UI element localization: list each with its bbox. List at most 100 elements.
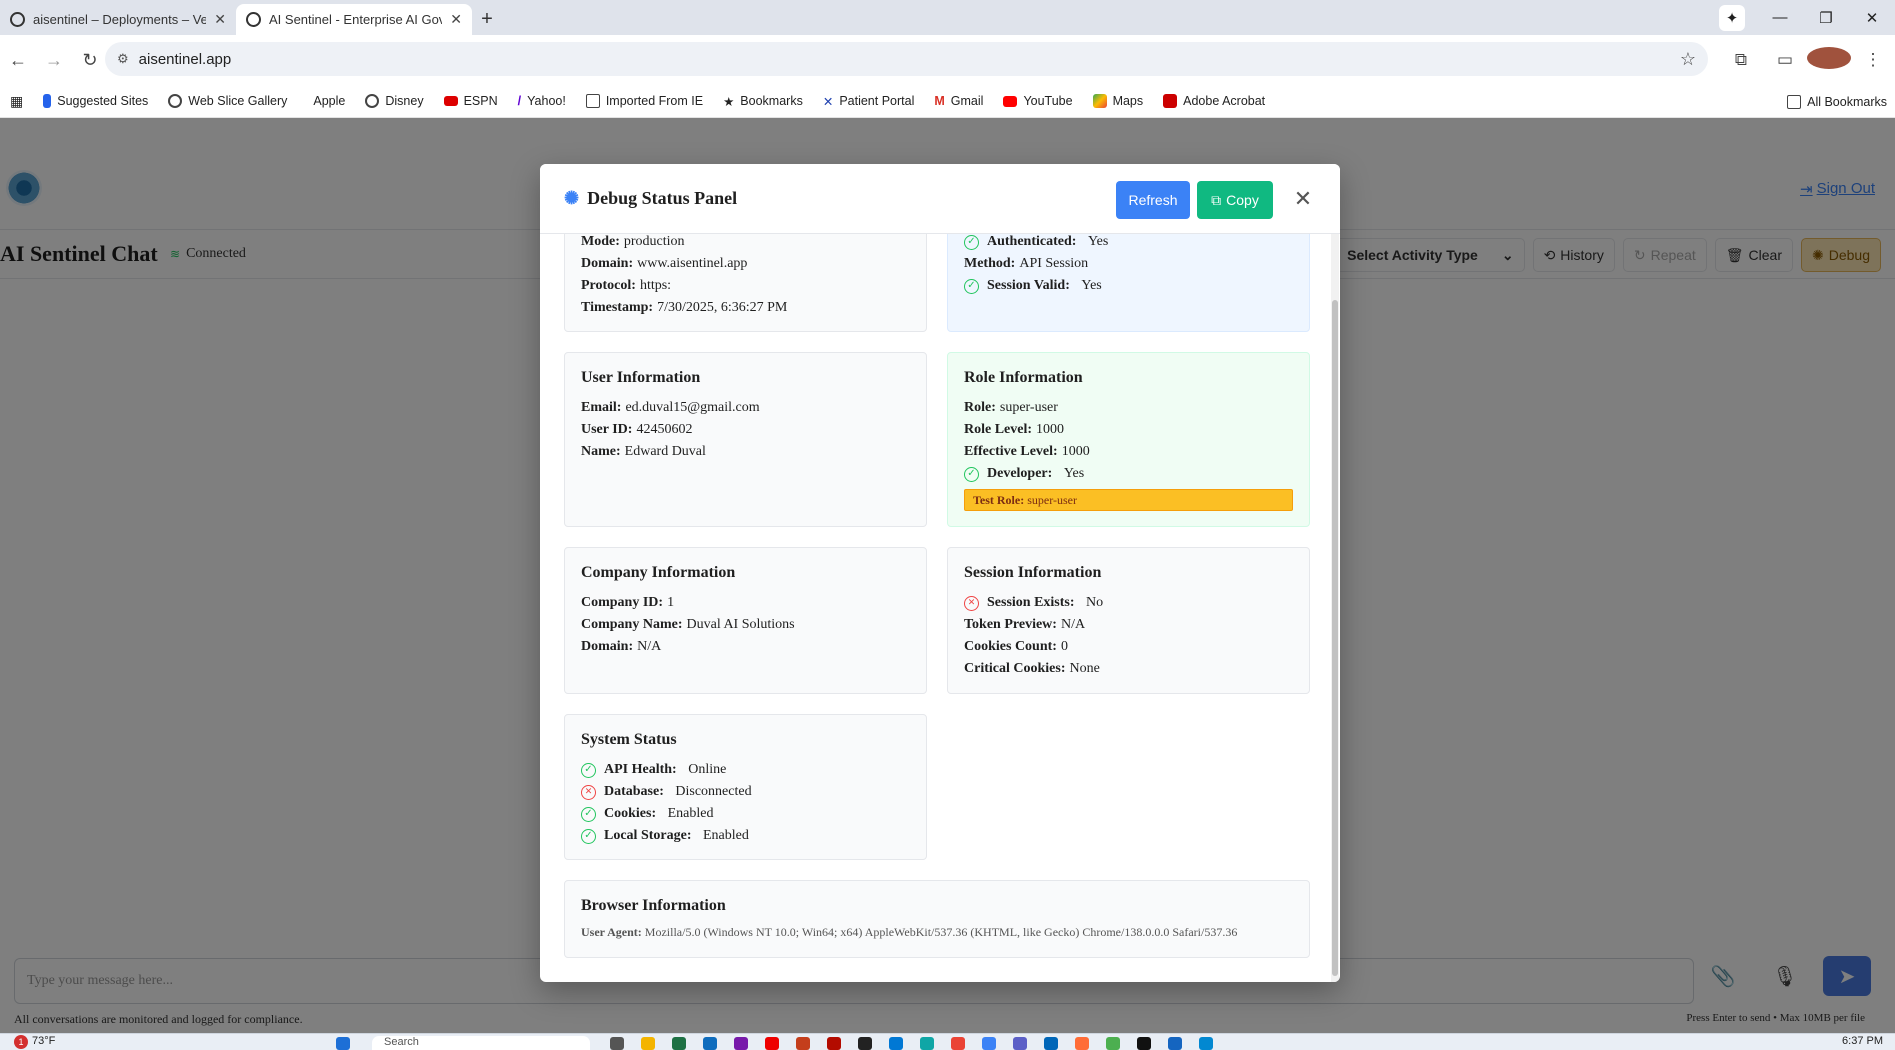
check-circle-icon: ✓: [964, 466, 979, 482]
weather-widget[interactable]: 1 73°F: [14, 1035, 55, 1049]
task-view-icon[interactable]: [610, 1037, 624, 1050]
close-window-icon[interactable]: ✕: [1849, 9, 1895, 27]
photos-icon[interactable]: [1199, 1037, 1213, 1050]
maps-icon: [1092, 94, 1107, 108]
developer-row: ✓ Developer: Yes: [964, 463, 1293, 485]
windows-apps-icon[interactable]: [982, 1037, 996, 1050]
browser-tab-ai-sentinel[interactable]: AI Sentinel - Enterprise AI Governance ✕: [236, 4, 472, 35]
modal-scrollbar-thumb[interactable]: [1332, 300, 1338, 976]
back-icon[interactable]: ←: [0, 50, 36, 71]
refresh-button[interactable]: Refresh: [1116, 181, 1190, 219]
bookmark-web-slice-gallery[interactable]: Web Slice Gallery: [158, 94, 297, 108]
edge-icon[interactable]: [920, 1037, 934, 1050]
bookmark-label: Apple: [313, 94, 346, 108]
method-value: API Session: [1019, 256, 1089, 271]
company-name-row: Company Name: Duval AI Solutions: [581, 614, 910, 636]
site-info-icon[interactable]: ⚙: [117, 51, 129, 67]
apps-icon[interactable]: ▦: [0, 93, 33, 110]
bookmark-label: Maps: [1112, 94, 1144, 108]
cast-icon[interactable]: ▭: [1763, 50, 1807, 70]
bookmark-maps[interactable]: Maps: [1083, 94, 1154, 108]
vscode-icon[interactable]: [1044, 1037, 1058, 1050]
copy-label: Copy: [1226, 192, 1259, 208]
bookmark-label: ESPN: [463, 94, 498, 108]
company-information-heading: Company Information: [581, 564, 736, 581]
acrobat-app-icon[interactable]: [827, 1037, 841, 1050]
bookmark-imported-from-ie[interactable]: Imported From IE: [576, 94, 713, 108]
system-status-card: System Status ✓ API Health: Online ✕ Datab…: [564, 714, 927, 860]
browser-information-heading: Browser Information: [581, 897, 726, 914]
powerpoint-icon[interactable]: [796, 1037, 810, 1050]
gemini-icon[interactable]: ✦: [1719, 5, 1745, 31]
gmail-icon: M: [934, 94, 945, 108]
effective-level-row: Effective Level: 1000: [964, 441, 1293, 463]
user-information-card: User Information Email: ed.duval15@gmail.…: [564, 352, 927, 527]
check-circle-icon: ✓: [964, 234, 979, 250]
notepad-icon[interactable]: [1106, 1037, 1120, 1050]
postman-icon[interactable]: [1075, 1037, 1089, 1050]
role-row: Role: super-user: [964, 397, 1293, 419]
excel-icon[interactable]: [672, 1037, 686, 1050]
name-value: Edward Duval: [624, 444, 706, 459]
bookmark-label: Patient Portal: [839, 94, 915, 108]
profile-avatar[interactable]: [1807, 46, 1851, 74]
local-storage-value: Enabled: [702, 828, 749, 843]
domain-value: www.aisentinel.app: [637, 256, 748, 271]
bookmark-patient-portal[interactable]: ✕ Patient Portal: [813, 94, 925, 109]
file-explorer-icon[interactable]: [641, 1037, 655, 1050]
browser-tab-vercel[interactable]: aisentinel – Deployments – Vercel ✕: [0, 4, 236, 35]
bookmark-suggested-sites[interactable]: Suggested Sites: [33, 94, 158, 108]
user-agent-value: Mozilla/5.0 (Windows NT 10.0; Win64; x64…: [644, 925, 1238, 939]
modal-title-text: Debug Status Panel: [587, 188, 738, 208]
outlook-icon[interactable]: [703, 1037, 717, 1050]
session-exists-row: ✕ Session Exists: No: [964, 592, 1293, 614]
terminal-icon[interactable]: [858, 1037, 872, 1050]
youtube-app-icon[interactable]: [765, 1037, 779, 1050]
url-bar[interactable]: ⚙ aisentinel.app ☆: [105, 42, 1708, 76]
browser-information-card: Browser Information User Agent: Mozilla/…: [564, 880, 1310, 958]
test-role-badge: Test Role: super-user: [964, 489, 1293, 511]
bookmark-label: YouTube: [1023, 94, 1073, 108]
bookmark-gmail[interactable]: M Gmail: [924, 94, 993, 108]
local-storage-label: Local Storage:: [604, 828, 692, 843]
bookmark-bookmarks[interactable]: ★ Bookmarks: [713, 94, 813, 109]
copy-button[interactable]: ⧉ Copy: [1197, 181, 1273, 219]
bookmark-espn[interactable]: ESPN: [434, 94, 508, 108]
taskbar-pinned-apps: [336, 1037, 359, 1050]
bookmark-adobe-acrobat[interactable]: Adobe Acrobat: [1153, 94, 1275, 108]
reload-icon[interactable]: ↻: [72, 50, 108, 71]
chrome-icon[interactable]: [951, 1037, 965, 1050]
start-windows-icon[interactable]: [336, 1037, 350, 1050]
bookmark-label: Imported From IE: [605, 94, 704, 108]
taskbar-search[interactable]: Search: [372, 1036, 590, 1050]
teams-icon[interactable]: [1013, 1037, 1027, 1050]
onenote-icon[interactable]: [734, 1037, 748, 1050]
new-tab-button[interactable]: +: [472, 4, 502, 35]
check-circle-icon: ✓: [581, 806, 596, 822]
restore-icon[interactable]: ❐: [1803, 9, 1849, 27]
minimize-icon[interactable]: —: [1757, 9, 1803, 26]
bookmark-label: Adobe Acrobat: [1183, 94, 1266, 108]
timestamp-label: Timestamp:: [581, 300, 654, 315]
settings-app-icon[interactable]: [1168, 1037, 1182, 1050]
bookmark-apple[interactable]: Apple: [297, 94, 355, 108]
close-modal-button[interactable]: ✕: [1290, 186, 1316, 212]
forward-icon[interactable]: →: [36, 50, 72, 71]
modal-header: ✺ Debug Status Panel Refresh ⧉ Copy ✕: [540, 164, 1340, 234]
x-app-icon[interactable]: [1137, 1037, 1151, 1050]
menu-kebab-icon[interactable]: ⋮: [1851, 50, 1895, 70]
protocol-row: Protocol: https:: [581, 275, 910, 297]
close-icon[interactable]: ✕: [214, 11, 226, 28]
close-icon: ✕: [1293, 186, 1313, 211]
bookmark-yahoo[interactable]: / Yahoo!: [508, 94, 576, 108]
effective-level-value: 1000: [1061, 444, 1090, 459]
avatar: [1807, 46, 1851, 69]
extensions-icon[interactable]: ⧉: [1719, 50, 1763, 70]
bookmark-youtube[interactable]: YouTube: [993, 94, 1082, 108]
all-bookmarks[interactable]: All Bookmarks: [1787, 85, 1887, 118]
cookies-row: ✓ Cookies: Enabled: [581, 803, 910, 825]
store-icon[interactable]: [889, 1037, 903, 1050]
bookmark-disney[interactable]: Disney: [355, 94, 433, 108]
bookmark-star-icon[interactable]: ☆: [1680, 49, 1696, 70]
close-icon[interactable]: ✕: [450, 11, 462, 28]
